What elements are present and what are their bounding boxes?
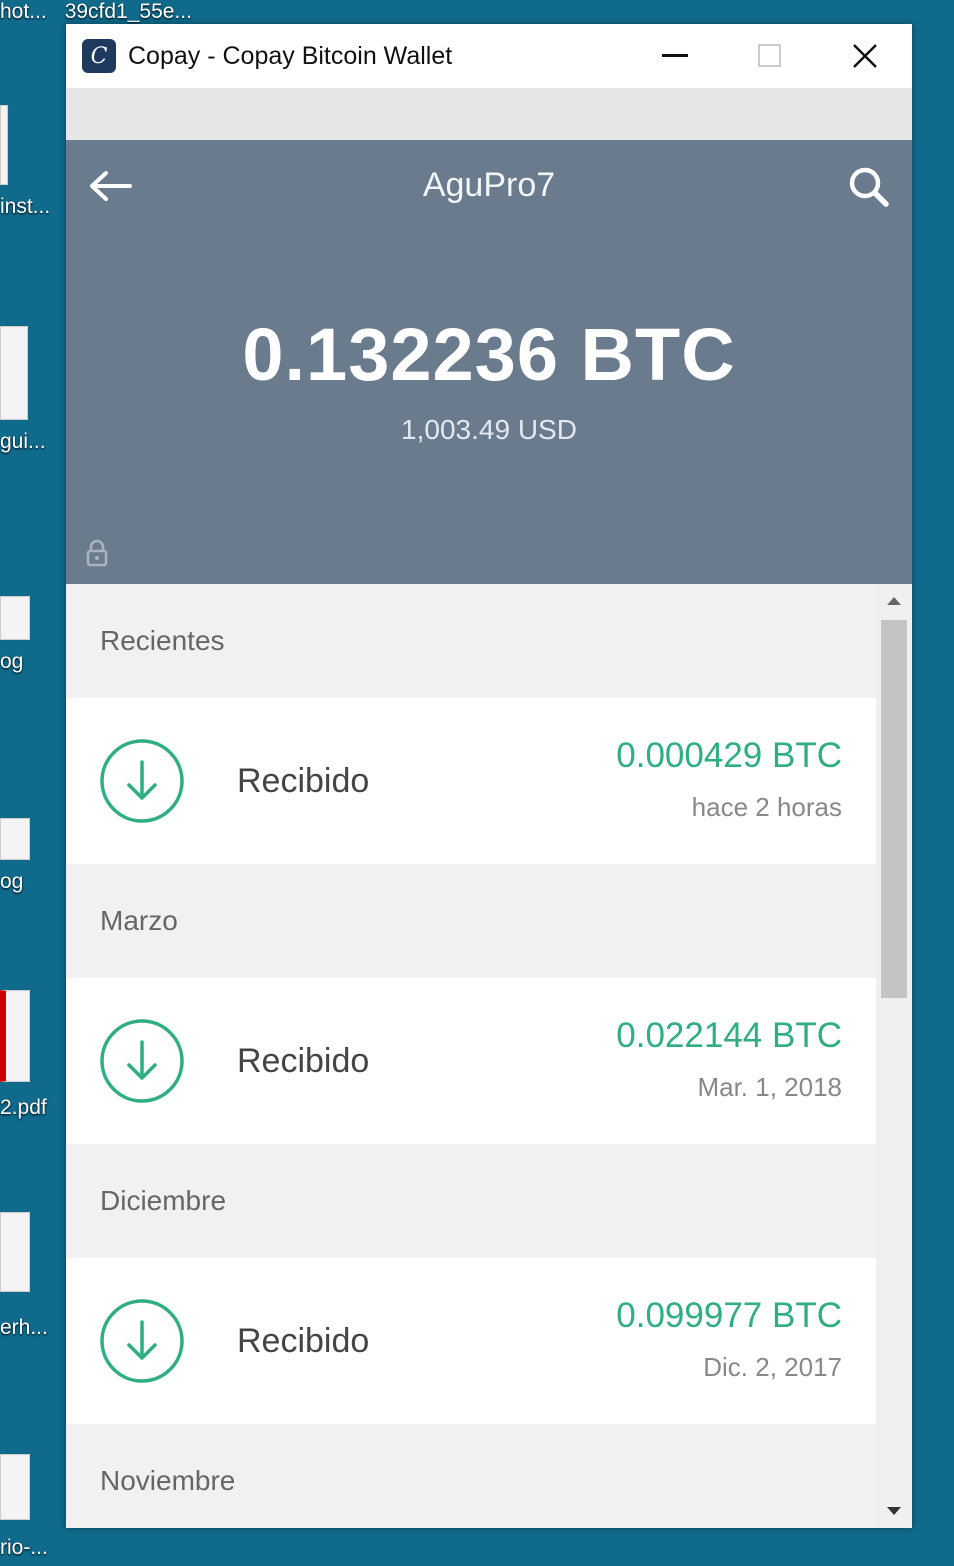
caret-down-icon — [887, 1507, 901, 1515]
file-icon — [0, 326, 28, 420]
file-icon — [0, 1212, 30, 1292]
caret-up-icon — [887, 597, 901, 605]
transaction-row[interactable]: Recibido 0.022144 BTC Mar. 1, 2018 — [66, 978, 876, 1144]
transaction-amount: 0.099977 BTC — [616, 1296, 842, 1335]
lock-icon[interactable] — [84, 538, 110, 568]
search-button[interactable] — [846, 164, 892, 210]
desktop-icon-label: og — [0, 650, 24, 673]
fiat-balance: 1,003.49 USD — [401, 414, 577, 445]
close-button[interactable] — [817, 24, 912, 88]
received-arrow-icon — [100, 1019, 184, 1103]
received-arrow-icon — [100, 739, 184, 823]
minimize-button[interactable] — [627, 24, 722, 88]
scrollbar[interactable] — [876, 584, 912, 1528]
search-icon — [849, 167, 889, 207]
desktop-file-label[interactable]: 39cfd1_55e... — [65, 0, 192, 24]
desktop-icon-label: inst... — [0, 195, 51, 218]
window-title: Copay - Copay Bitcoin Wallet — [128, 41, 453, 70]
desktop-icon-label: gui... — [0, 430, 46, 453]
file-icon — [0, 105, 8, 185]
transaction-type: Recibido — [237, 1042, 370, 1080]
desktop-icon[interactable]: 2.pdf — [0, 990, 60, 1120]
transaction-date: Dic. 2, 2017 — [703, 1352, 842, 1382]
maximize-button[interactable] — [722, 24, 817, 88]
minimize-icon — [661, 54, 688, 57]
transaction-date: hace 2 horas — [691, 792, 842, 822]
section-header: Noviembre — [66, 1424, 876, 1528]
transaction-list: Recientes Recibido 0.000429 BTC hace 2 h… — [66, 584, 876, 1528]
desktop-icon-label: erh... — [0, 1316, 48, 1339]
transaction-type: Recibido — [237, 762, 370, 800]
received-arrow-icon — [100, 1299, 184, 1383]
section-header: Recientes — [66, 584, 876, 698]
desktop-icon-label: og — [0, 870, 24, 893]
desktop-icon[interactable]: og — [0, 818, 60, 894]
transaction-type: Recibido — [237, 1322, 370, 1360]
file-icon — [0, 1454, 30, 1520]
window-controls — [627, 24, 912, 88]
transaction-amount: 0.022144 BTC — [616, 1016, 842, 1055]
scroll-up-button[interactable] — [876, 584, 912, 618]
wallet-balance[interactable]: 0.132236 BTC — [66, 312, 912, 397]
scroll-down-button[interactable] — [876, 1494, 912, 1528]
desktop-icon-label: rio-... — [0, 1536, 48, 1559]
desktop-file-label[interactable]: hot... — [0, 0, 47, 24]
desktop-icon[interactable]: erh... — [0, 1212, 60, 1340]
section-header: Marzo — [66, 864, 876, 978]
transaction-row[interactable]: Recibido 0.000429 BTC hace 2 horas — [66, 698, 876, 864]
transaction-row[interactable]: Recibido 0.099977 BTC Dic. 2, 2017 — [66, 1258, 876, 1424]
toolbar-spacer — [66, 88, 912, 140]
pdf-file-icon — [0, 990, 30, 1082]
desktop-icon-label: 2.pdf — [0, 1096, 47, 1119]
file-icon — [0, 818, 30, 860]
desktop-icon[interactable]: og — [0, 596, 60, 674]
desktop-icon[interactable]: inst... — [0, 105, 60, 219]
transaction-date: Mar. 1, 2018 — [697, 1072, 842, 1102]
transaction-amount: 0.000429 BTC — [616, 736, 842, 775]
desktop-icon[interactable]: rio-... — [0, 1454, 60, 1560]
copay-window: C Copay - Copay Bitcoin Wallet AguPro7 0… — [66, 24, 912, 1528]
scrollbar-thumb[interactable] — [881, 620, 907, 998]
desktop-icon[interactable]: gui... — [0, 326, 60, 454]
wallet-header: AguPro7 0.132236 BTC 1,003.49 USD — [66, 140, 912, 584]
section-header: Diciembre — [66, 1144, 876, 1258]
wallet-name: AguPro7 — [422, 166, 556, 204]
file-icon — [0, 596, 30, 640]
maximize-icon — [757, 44, 781, 67]
title-bar[interactable]: C Copay - Copay Bitcoin Wallet — [66, 24, 912, 88]
desktop-top-labels: hot... 39cfd1_55e... — [0, 0, 192, 24]
close-icon — [852, 44, 877, 68]
copay-app-icon: C — [82, 39, 116, 73]
